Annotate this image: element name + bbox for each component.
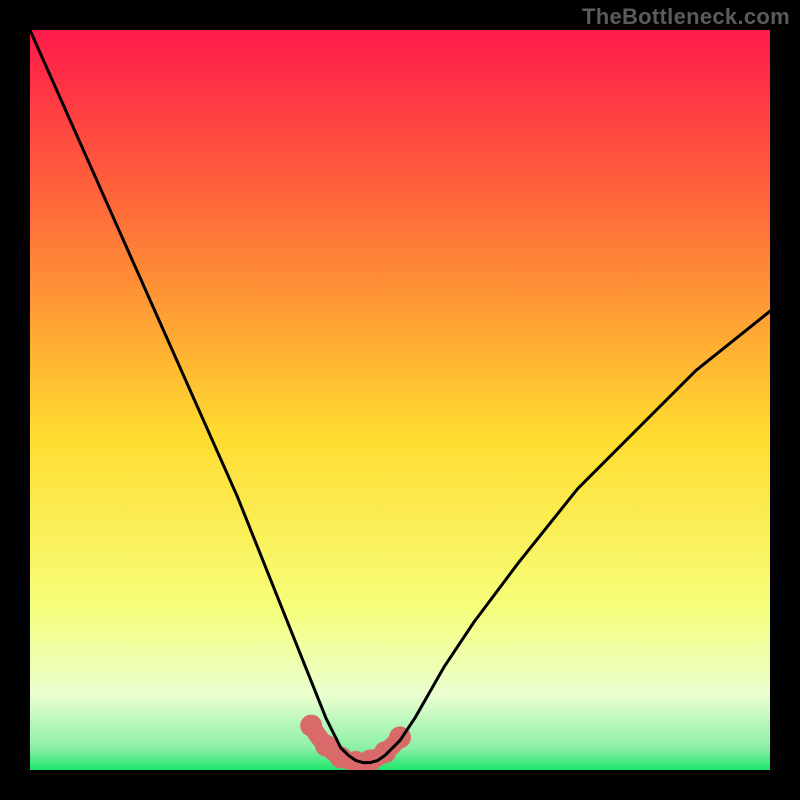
credit-label: TheBottleneck.com: [582, 4, 790, 30]
curve-layer: [30, 30, 770, 770]
plot-area: [30, 30, 770, 770]
outer-frame: TheBottleneck.com: [0, 0, 800, 800]
bottleneck-curve: [30, 30, 770, 763]
highlight-dot: [300, 715, 322, 737]
